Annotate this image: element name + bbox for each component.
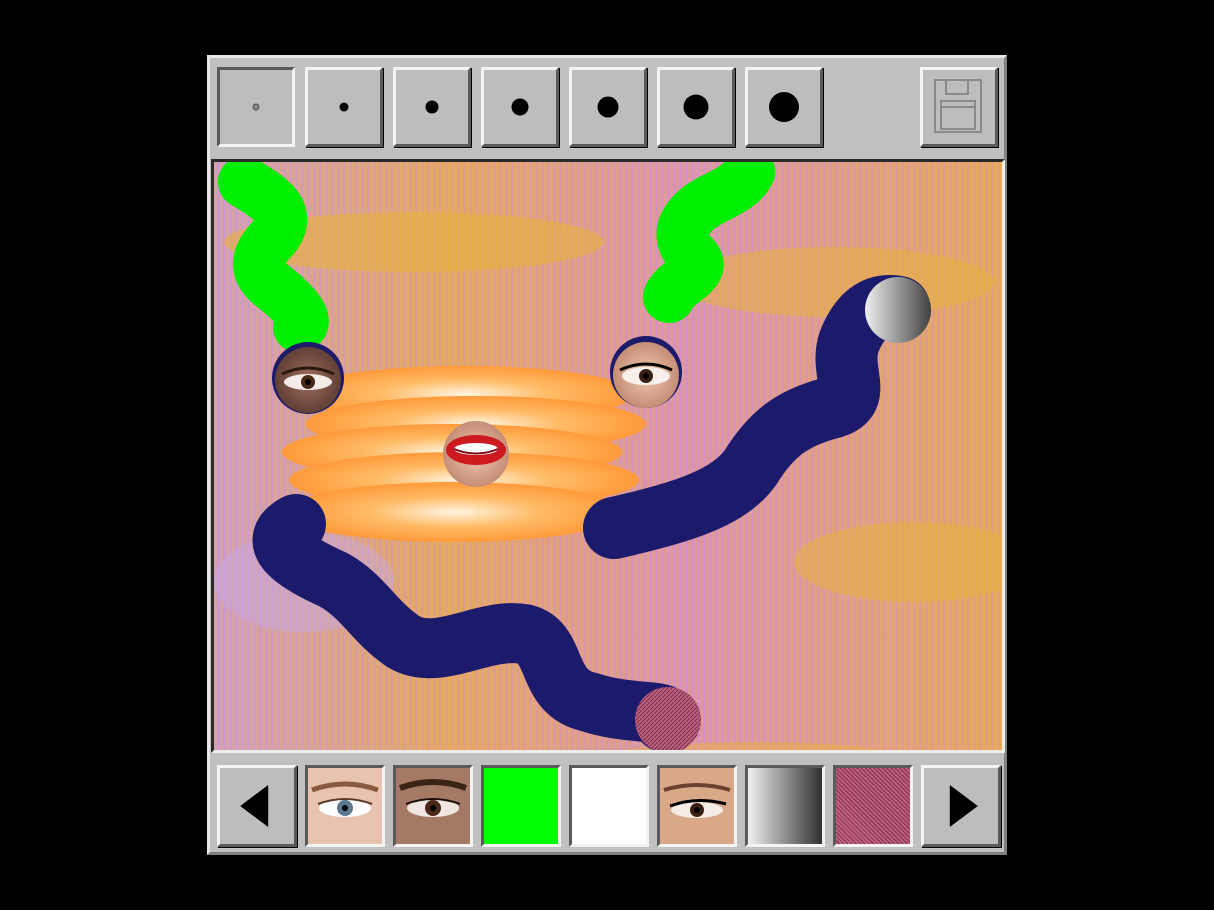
eye-stamp-right xyxy=(610,336,682,408)
eye-photo-icon xyxy=(660,768,734,844)
pink-texture-ball xyxy=(635,687,701,750)
swatch-white[interactable] xyxy=(569,765,649,847)
swatch-eye-blue[interactable] xyxy=(305,765,385,847)
triangle-left-icon xyxy=(240,785,269,827)
eye-stamp-left xyxy=(272,342,344,414)
save-button[interactable] xyxy=(920,67,998,147)
drawing-canvas[interactable] xyxy=(211,159,1005,753)
paint-window xyxy=(207,55,1007,855)
brush-size-4-button[interactable] xyxy=(481,67,559,147)
brush-dot-5-icon xyxy=(597,96,619,118)
brush-size-2-button[interactable] xyxy=(305,67,383,147)
brush-dot-1-icon xyxy=(252,103,260,111)
swatch-green[interactable] xyxy=(481,765,561,847)
swatch-gray-gradient[interactable] xyxy=(745,765,825,847)
brush-dot-6-icon xyxy=(683,94,709,120)
brush-size-5-button[interactable] xyxy=(569,67,647,147)
brush-size-3-button[interactable] xyxy=(393,67,471,147)
brush-dot-3-icon xyxy=(425,100,439,114)
lips-stamp xyxy=(443,421,509,487)
palette-prev-button[interactable] xyxy=(217,765,297,847)
brush-size-7-button[interactable] xyxy=(745,67,823,147)
floppy-disk-icon xyxy=(934,79,982,133)
brush-size-6-button[interactable] xyxy=(657,67,735,147)
swatch-pink-texture[interactable] xyxy=(833,765,913,847)
swatch-eye-lined[interactable] xyxy=(657,765,737,847)
brush-dot-4-icon xyxy=(511,98,529,116)
brush-dot-2-icon xyxy=(339,102,349,112)
triangle-right-icon xyxy=(949,785,978,827)
eye-photo-icon xyxy=(396,768,470,844)
swatch-eye-brown[interactable] xyxy=(393,765,473,847)
brush-dot-7-icon xyxy=(769,92,799,122)
brush-size-1-button[interactable] xyxy=(217,67,295,147)
palette-next-button[interactable] xyxy=(921,765,1001,847)
gray-gradient-ball xyxy=(865,277,931,343)
eye-photo-icon xyxy=(308,768,382,844)
